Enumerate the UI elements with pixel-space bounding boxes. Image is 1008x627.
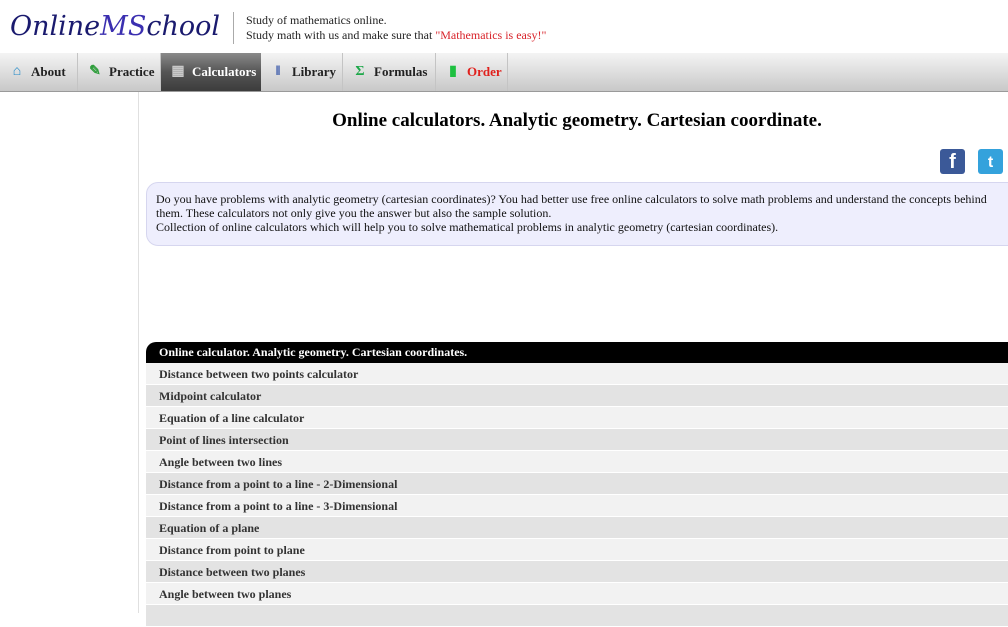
table-header: Online calculator. Analytic geometry. Ca… — [146, 342, 1008, 363]
table-row[interactable]: Distance from point to plane — [146, 539, 1008, 561]
table-row[interactable]: Angle between two lines — [146, 451, 1008, 473]
tagline-line-2: Study math with us and make sure that "M… — [246, 28, 547, 42]
tagline-line-1: Study of mathematics online. — [246, 13, 387, 27]
calculators-table: Online calculator. Analytic geometry. Ca… — [146, 342, 1008, 627]
sidebar-divider — [138, 92, 139, 613]
twitter-share-button[interactable]: t — [978, 149, 1003, 174]
intro-box: Do you have problems with analytic geome… — [146, 182, 1008, 246]
table-row[interactable] — [146, 605, 1008, 627]
table-row[interactable]: Distance between two planes — [146, 561, 1008, 583]
table-row[interactable]: Point of lines intersection — [146, 429, 1008, 451]
table-row[interactable]: Distance from a point to a line - 3-Dime… — [146, 495, 1008, 517]
twitter-icon: t — [987, 154, 994, 171]
books-icon: ‖ — [275, 64, 281, 79]
intro-paragraph-2: Collection of online calculators which w… — [156, 220, 779, 234]
table-row[interactable]: Midpoint calculator — [146, 385, 1008, 407]
table-row[interactable]: Equation of a line calculator — [146, 407, 1008, 429]
calculator-icon: ▦ — [171, 64, 185, 79]
house-icon: ⌂ — [12, 64, 22, 79]
nav-item-calculators[interactable]: ▦ Calculators — [161, 53, 261, 91]
intro-paragraph-1: Do you have problems with analytic geome… — [156, 192, 987, 220]
site-header: OnlineMSchool Study of mathematics onlin… — [0, 0, 1008, 52]
nav-item-about[interactable]: ⌂ About — [0, 53, 78, 91]
nav-item-order[interactable]: ▮ Order — [436, 53, 508, 91]
sigma-icon: Σ — [355, 64, 365, 79]
nav-item-practice[interactable]: ✎ Practice — [78, 53, 161, 91]
table-row[interactable]: Equation of a plane — [146, 517, 1008, 539]
table-row[interactable]: Distance between two points calculator — [146, 363, 1008, 385]
table-row[interactable]: Angle between two planes — [146, 583, 1008, 605]
site-tagline: Study of mathematics online. Study math … — [246, 13, 546, 43]
pencil-icon: ✎ — [89, 64, 101, 79]
nav-item-formulas[interactable]: Σ Formulas — [343, 53, 436, 91]
tagline-highlight: "Mathematics is easy!" — [435, 28, 547, 42]
site-logo[interactable]: OnlineMSchool — [10, 10, 220, 44]
page-title: Online calculators. Analytic geometry. C… — [332, 110, 822, 131]
table-row[interactable]: Distance from a point to a line - 2-Dime… — [146, 473, 1008, 495]
nav-item-library[interactable]: ‖ Library — [261, 53, 343, 91]
facebook-icon: f — [949, 151, 956, 173]
logo-divider — [233, 12, 234, 44]
main-nav: ⌂ About ✎ Practice ▦ Calculators ‖ Library Σ… — [0, 53, 1008, 92]
facebook-share-button[interactable]: f — [940, 149, 965, 174]
cart-icon: ▮ — [449, 64, 457, 79]
